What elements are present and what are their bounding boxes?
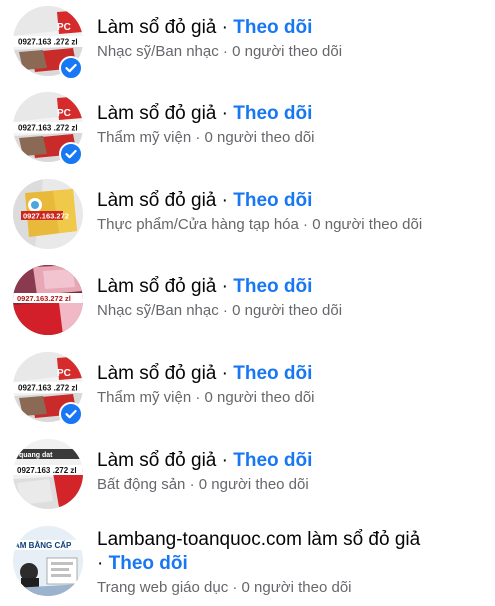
subtitle-separator: ·: [222, 302, 228, 319]
subtitle-separator: ·: [303, 216, 309, 233]
page-category: Nhạc sỹ/Ban nhạc: [97, 302, 219, 319]
page-category: Trang web giáo dục: [97, 579, 229, 596]
title-separator: ·: [97, 553, 104, 574]
page-name-link[interactable]: Làm sổ đỏ giả: [97, 363, 216, 384]
page-result-row[interactable]: PC 0927.163 .272 zl Làm sổ đỏ giả · Theo…: [0, 6, 495, 92]
title-separator: ·: [221, 363, 228, 384]
row-text: Làm sổ đỏ giả · Theo dõi Nhạc sỹ/Ban nhạ…: [97, 275, 487, 321]
page-category: Nhạc sỹ/Ban nhạc: [97, 43, 219, 60]
row-subtitle: Thẩm mỹ viện · 0 người theo dõi: [97, 128, 487, 148]
avatar-container: 0927.163.272 zl: [0, 265, 90, 345]
row-title: Làm sổ đỏ giả · Theo dõi: [97, 189, 487, 213]
page-category: Bất động sản: [97, 476, 186, 493]
row-title: Làm sổ đỏ giả · Theo dõi: [97, 16, 487, 40]
page-avatar[interactable]: 0927.163.272 zl: [13, 265, 83, 335]
avatar-banner-text: AM BẰNG CẤP: [14, 540, 72, 550]
row-subtitle: Nhạc sỹ/Ban nhạc · 0 người theo dõi: [97, 42, 487, 62]
follow-button[interactable]: Theo dõi: [233, 363, 312, 384]
page-result-row[interactable]: 0927.163.272 zl Làm sổ đỏ giả · Theo dõi…: [0, 265, 495, 351]
verified-check-icon: [59, 56, 83, 80]
follower-count: 0 người theo dõi: [241, 579, 352, 596]
page-result-row[interactable]: PC 0927.163 .272 zl Làm sổ đỏ giả · Theo…: [0, 92, 495, 178]
row-text: Làm sổ đỏ giả · Theo dõi Bất động sản · …: [97, 449, 487, 495]
title-separator: ·: [221, 103, 228, 124]
subtitle-separator: ·: [222, 43, 228, 60]
title-separator: ·: [221, 276, 228, 297]
row-subtitle: Thẩm mỹ viện · 0 người theo dõi: [97, 388, 487, 408]
follow-button[interactable]: Theo dõi: [233, 276, 312, 297]
page-avatar[interactable]: AM BẰNG CẤP: [13, 526, 83, 596]
subtitle-separator: ·: [189, 476, 195, 493]
row-text: Làm sổ đỏ giả · Theo dõi Thực phẩm/Cửa h…: [97, 189, 487, 235]
page-name-link[interactable]: Làm sổ đỏ giả: [97, 190, 216, 211]
page-category: Thực phẩm/Cửa hàng tạp hóa: [97, 216, 299, 233]
avatar-container: PC 0927.163 .272 zl: [0, 6, 90, 86]
follow-button[interactable]: Theo dõi: [109, 553, 188, 574]
row-text: Lambang-toanquoc.com làm sổ đỏ giả · The…: [97, 528, 487, 598]
avatar-phone-text: 0927.163 .272 zl: [17, 466, 77, 475]
follower-count: 0 người theo dõi: [198, 476, 309, 493]
avatar-container: AM BẰNG CẤP: [0, 526, 90, 606]
avatar-container: quang dat 0927.163 .272 zl: [0, 439, 90, 519]
subtitle-separator: ·: [195, 389, 201, 406]
page-result-row[interactable]: quang dat 0927.163 .272 zl Làm sổ đỏ giả…: [0, 439, 495, 525]
verified-check-icon: [59, 142, 83, 166]
row-text: Làm sổ đỏ giả · Theo dõi Nhạc sỹ/Ban nhạ…: [97, 16, 487, 62]
title-separator: ·: [221, 450, 228, 471]
avatar-phone-text: 0927.163 .272 zl: [18, 124, 78, 133]
page-result-row[interactable]: 0927.163.272 Làm sổ đỏ giả · Theo dõi Th…: [0, 179, 495, 265]
follow-button[interactable]: Theo dõi: [233, 190, 312, 211]
follow-button[interactable]: Theo dõi: [233, 17, 312, 38]
page-name-link[interactable]: Lambang-toanquoc.com làm sổ đỏ giả: [97, 529, 420, 550]
row-title: Làm sổ đỏ giả · Theo dõi: [97, 449, 487, 473]
row-subtitle: Nhạc sỹ/Ban nhạc · 0 người theo dõi: [97, 301, 487, 321]
page-name-link[interactable]: Làm sổ đỏ giả: [97, 276, 216, 297]
page-search-results-list: PC 0927.163 .272 zl Làm sổ đỏ giả · Theo…: [0, 0, 495, 600]
avatar-badge-text: PC: [57, 108, 71, 119]
follower-count: 0 người theo dõi: [232, 43, 343, 60]
avatar-phone-text: 0927.163.272: [23, 212, 69, 221]
avatar-top-text: quang dat: [19, 452, 53, 459]
subtitle-separator: ·: [195, 129, 201, 146]
avatar-badge-text: PC: [57, 22, 71, 33]
page-category: Thẩm mỹ viện: [97, 129, 192, 146]
avatar-container: PC 0927.163 .272 zl: [0, 352, 90, 432]
follower-count: 0 người theo dõi: [204, 389, 315, 406]
subtitle-separator: ·: [232, 579, 238, 596]
page-avatar[interactable]: quang dat 0927.163 .272 zl: [13, 439, 83, 509]
verified-check-icon: [59, 402, 83, 426]
row-text: Làm sổ đỏ giả · Theo dõi Thẩm mỹ viện · …: [97, 362, 487, 408]
follow-button[interactable]: Theo dõi: [233, 103, 312, 124]
title-separator: ·: [221, 17, 228, 38]
avatar-container: PC 0927.163 .272 zl: [0, 92, 90, 172]
follower-count: 0 người theo dõi: [232, 302, 343, 319]
row-subtitle: Bất động sản · 0 người theo dõi: [97, 475, 487, 495]
page-result-row[interactable]: PC 0927.163 .272 zl Làm sổ đỏ giả · Theo…: [0, 352, 495, 438]
avatar-phone-text: 0927.163.272 zl: [17, 294, 71, 303]
follower-count: 0 người theo dõi: [312, 216, 423, 233]
row-title: Làm sổ đỏ giả · Theo dõi: [97, 275, 487, 299]
row-title: Làm sổ đỏ giả · Theo dõi: [97, 102, 487, 126]
row-title: Lambang-toanquoc.com làm sổ đỏ giả · The…: [97, 528, 427, 576]
avatar-container: 0927.163.272: [0, 179, 90, 259]
follower-count: 0 người theo dõi: [204, 129, 315, 146]
page-name-link[interactable]: Làm sổ đỏ giả: [97, 450, 216, 471]
row-title: Làm sổ đỏ giả · Theo dõi: [97, 362, 487, 386]
row-subtitle: Trang web giáo dục · 0 người theo dõi: [97, 578, 487, 598]
title-separator: ·: [221, 190, 228, 211]
page-result-row[interactable]: AM BẰNG CẤP Lambang-toanquoc.com làm sổ …: [0, 526, 495, 600]
avatar-phone-text: 0927.163 .272 zl: [18, 38, 78, 47]
row-text: Làm sổ đỏ giả · Theo dõi Thẩm mỹ viện · …: [97, 102, 487, 148]
page-avatar[interactable]: 0927.163.272: [13, 179, 83, 249]
page-name-link[interactable]: Làm sổ đỏ giả: [97, 17, 216, 38]
page-category: Thẩm mỹ viện: [97, 389, 192, 406]
row-subtitle: Thực phẩm/Cửa hàng tạp hóa · 0 người the…: [97, 215, 487, 235]
avatar-badge-text: PC: [57, 368, 71, 379]
page-name-link[interactable]: Làm sổ đỏ giả: [97, 103, 216, 124]
follow-button[interactable]: Theo dõi: [233, 450, 312, 471]
avatar-phone-text: 0927.163 .272 zl: [18, 384, 78, 393]
